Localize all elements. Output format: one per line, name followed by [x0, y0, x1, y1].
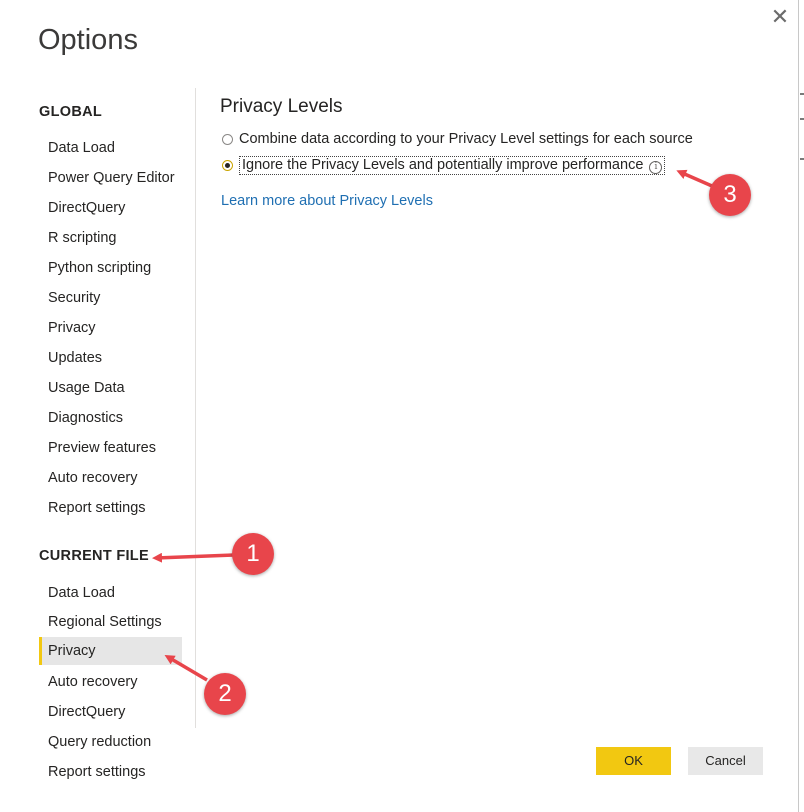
annotation-callout-3: 3: [709, 174, 751, 216]
arrow-3: [676, 169, 713, 188]
arrow-2: [164, 654, 208, 682]
annotation-callout-2: 2: [204, 673, 246, 715]
arrow-1: [152, 552, 235, 563]
annotation-arrows: [152, 169, 713, 682]
annotation-callout-1: 1: [232, 533, 274, 575]
